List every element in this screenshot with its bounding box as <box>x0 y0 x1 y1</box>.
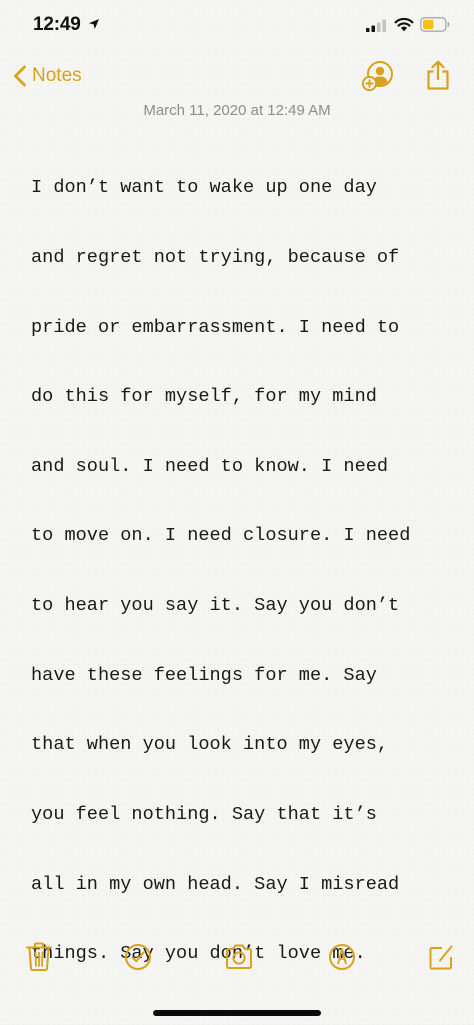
note-line: and soul. I need to know. I need <box>31 455 389 477</box>
markup-button[interactable] <box>327 940 357 972</box>
note-line: have these feelings for me. Say <box>31 664 377 686</box>
navigation-bar: Notes <box>0 52 474 100</box>
note-body[interactable]: I don’t want to wake up one day and regr… <box>31 130 451 989</box>
delete-note-button[interactable] <box>24 940 54 972</box>
note-line: that when you look into my eyes, <box>31 734 389 756</box>
note-line: to move on. I need closure. I need <box>31 525 411 547</box>
bottom-toolbar <box>0 940 474 984</box>
add-people-button[interactable] <box>361 60 395 92</box>
checklist-icon <box>125 944 151 970</box>
note-line: to hear you say it. Say you don’t <box>31 595 400 617</box>
share-icon <box>427 60 449 90</box>
location-arrow-icon <box>89 19 99 29</box>
battery-low-power-icon <box>420 17 450 32</box>
note-line: you feel nothing. Say that it’s <box>31 803 377 825</box>
cellular-signal-icon <box>366 19 386 32</box>
home-indicator[interactable] <box>153 1010 321 1016</box>
checklist-button[interactable] <box>123 940 153 972</box>
back-label: Notes <box>32 65 82 86</box>
note-line: all in my own head. Say I misread <box>31 873 400 895</box>
compose-icon <box>429 945 453 970</box>
trash-icon <box>26 942 52 971</box>
camera-icon <box>226 944 252 969</box>
wifi-icon <box>394 17 414 32</box>
back-button[interactable]: Notes <box>12 62 82 90</box>
status-time: 12:49 <box>33 14 81 35</box>
compose-button[interactable] <box>427 940 457 972</box>
camera-button[interactable] <box>224 940 254 972</box>
note-line: pride or embarrassment. I need to <box>31 316 400 338</box>
chevron-left-icon <box>14 65 26 87</box>
share-button[interactable] <box>424 59 452 91</box>
status-bar: 12:49 <box>0 0 474 50</box>
note-timestamp: March 11, 2020 at 12:49 AM <box>143 102 331 119</box>
note-line: do this for myself, for my mind <box>31 386 377 408</box>
note-line: I don’t want to wake up one day <box>31 177 377 199</box>
add-person-icon <box>361 61 393 92</box>
note-line: and regret not trying, because of <box>31 247 400 269</box>
markup-icon <box>329 944 355 970</box>
